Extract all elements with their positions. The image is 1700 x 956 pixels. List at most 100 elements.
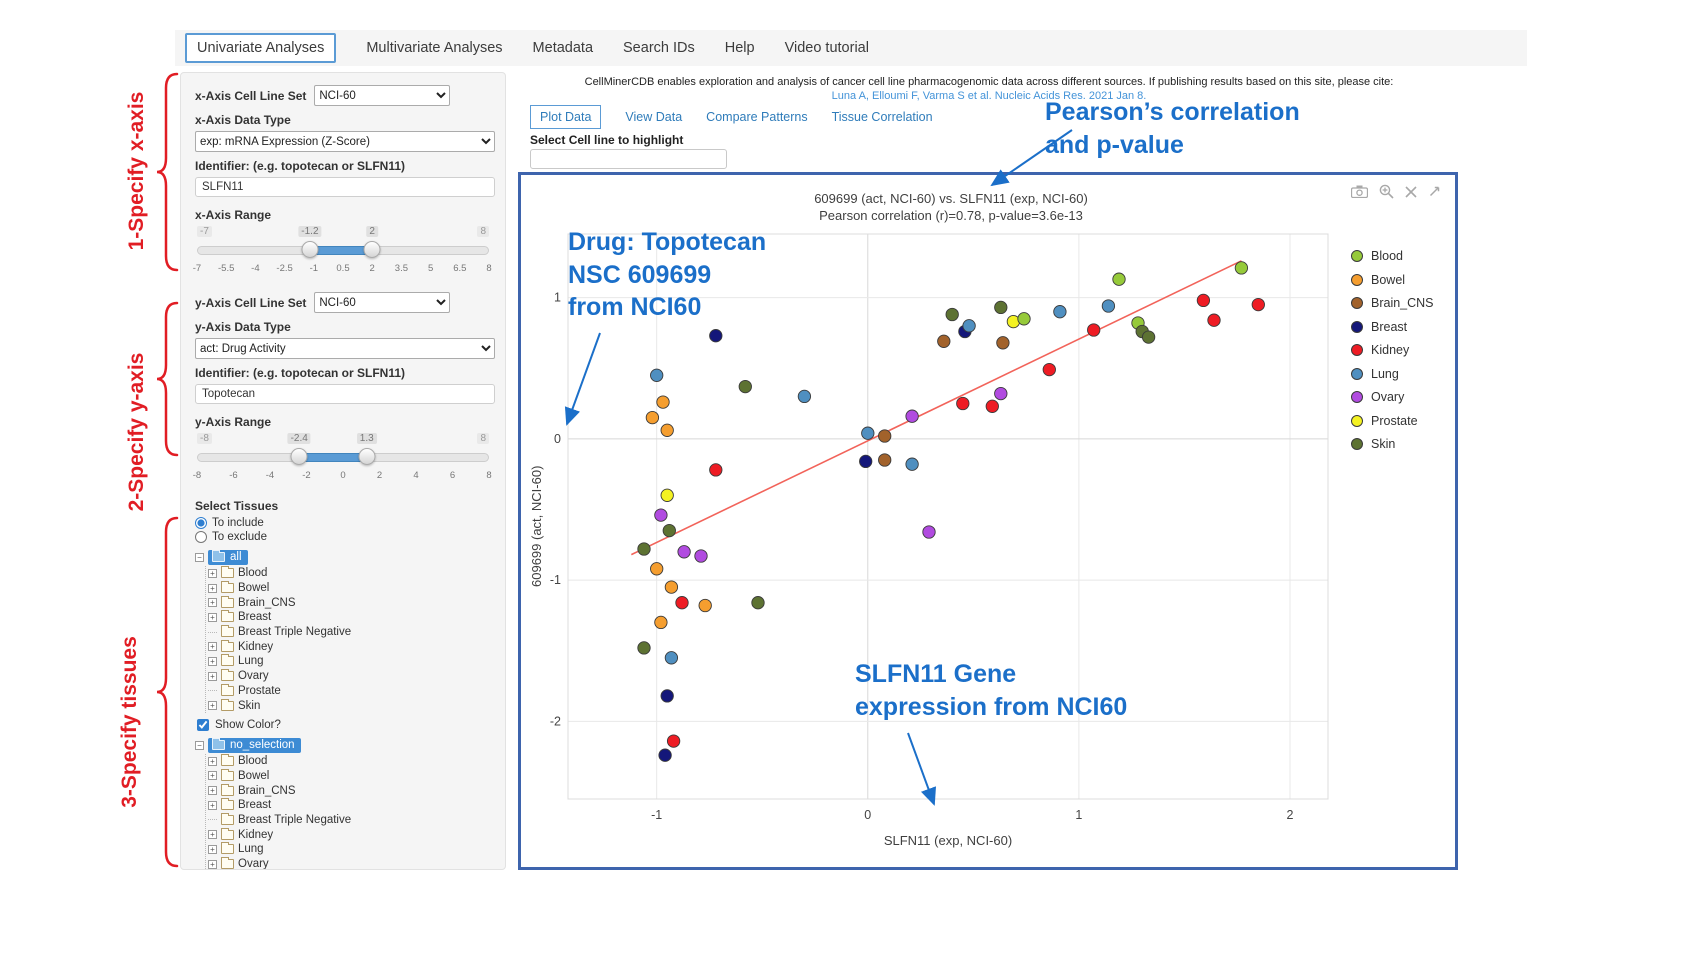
tissue-node-breast[interactable]: +Breast: [206, 798, 493, 813]
legend-item-prostate[interactable]: Prostate: [1351, 414, 1434, 428]
step2-brace: [157, 303, 177, 455]
zoom-in-icon[interactable]: [1379, 184, 1394, 199]
close-icon[interactable]: [1405, 186, 1417, 198]
expand-icon[interactable]: +: [208, 584, 217, 593]
tissue-node-lung[interactable]: +Lung: [206, 654, 493, 669]
expand-icon[interactable]: +: [208, 801, 217, 810]
folder-icon: [221, 771, 234, 781]
x-cell-line-set-select[interactable]: NCI-60: [314, 85, 450, 106]
slider-from-value: -2.4: [288, 433, 311, 444]
y-data-type-select[interactable]: act: Drug Activity: [195, 338, 495, 359]
highlight-cell-line-input[interactable]: [530, 149, 727, 169]
expand-icon[interactable]: +: [208, 569, 217, 578]
nav-item-metadata[interactable]: Metadata: [533, 40, 593, 56]
show-color-checkbox[interactable]: [197, 719, 209, 731]
citation-text: CellMinerCDB enables exploration and ana…: [520, 76, 1458, 88]
collapse-icon[interactable]: −: [195, 741, 204, 750]
include-radio[interactable]: [195, 517, 207, 529]
tissue-node-blood[interactable]: +Blood: [206, 566, 493, 581]
step3-brace: [157, 518, 177, 866]
tissues-exclude-option[interactable]: To exclude: [195, 531, 493, 543]
legend-item-lung[interactable]: Lung: [1351, 367, 1434, 381]
tissue-node-prostate[interactable]: Prostate: [206, 684, 493, 699]
legend-item-bowel[interactable]: Bowel: [1351, 273, 1434, 287]
x-data-type-select[interactable]: exp: mRNA Expression (Z-Score): [195, 131, 495, 152]
slider-handle-to[interactable]: [358, 448, 375, 465]
nav-item-search-ids[interactable]: Search IDs: [623, 40, 695, 56]
expand-icon[interactable]: +: [208, 613, 217, 622]
legend-swatch: [1351, 321, 1363, 333]
nav-item-help[interactable]: Help: [725, 40, 755, 56]
tissue-node-skin[interactable]: +Skin: [206, 698, 493, 713]
tab-compare-patterns[interactable]: Compare Patterns: [706, 106, 807, 128]
folder-icon: [221, 686, 234, 696]
tab-view-data[interactable]: View Data: [625, 106, 682, 128]
svg-text:0: 0: [554, 432, 561, 446]
nav-item-video-tutorial[interactable]: Video tutorial: [785, 40, 869, 56]
collapse-icon[interactable]: −: [195, 553, 204, 562]
legend-swatch: [1351, 250, 1363, 262]
show-color-toggle[interactable]: Show Color?: [197, 719, 493, 731]
tissues-include-option[interactable]: To include: [195, 517, 493, 529]
pan-icon[interactable]: [1428, 185, 1441, 198]
tissue-node-ovary[interactable]: +Ovary: [206, 857, 493, 870]
expand-icon[interactable]: +: [208, 672, 217, 681]
tissue-node-bowel[interactable]: +Bowel: [206, 769, 493, 784]
legend-item-breast[interactable]: Breast: [1351, 320, 1434, 334]
slider-min-label: -7: [197, 226, 212, 237]
tissue-node-breast[interactable]: +Breast: [206, 610, 493, 625]
tab-tissue-correlation[interactable]: Tissue Correlation: [832, 106, 933, 128]
tree-root-row[interactable]: −all: [195, 550, 493, 565]
tissue-node-kidney[interactable]: +Kidney: [206, 639, 493, 654]
expand-icon[interactable]: +: [208, 757, 217, 766]
folder-icon: [221, 671, 234, 681]
x-axis-range-slider[interactable]: -78-1.22-7-5.5-4-2.5-10.523.556.58: [197, 226, 489, 282]
expand-icon[interactable]: +: [208, 657, 217, 666]
legend-item-ovary[interactable]: Ovary: [1351, 390, 1434, 404]
tree-root-row[interactable]: −no_selection: [195, 738, 493, 753]
exclude-radio[interactable]: [195, 531, 207, 543]
expand-icon[interactable]: +: [208, 830, 217, 839]
y-identifier-input[interactable]: [195, 384, 495, 404]
gene-callout: SLFN11 Gene expression from NCI60: [855, 658, 1127, 723]
slider-handle-from[interactable]: [301, 241, 318, 258]
page: Univariate Analyses Multivariate Analyses…: [0, 0, 1700, 956]
y-axis-range-slider[interactable]: -88-2.41.3-8-6-4-202468: [197, 433, 489, 489]
expand-icon[interactable]: +: [208, 786, 217, 795]
legend-item-blood[interactable]: Blood: [1351, 249, 1434, 263]
tab-plot-data[interactable]: Plot Data: [530, 105, 601, 129]
expand-icon[interactable]: +: [208, 598, 217, 607]
tree-root-label[interactable]: no_selection: [208, 738, 301, 753]
citation-link[interactable]: Luna A, Elloumi F, Varma S et al. Nuclei…: [520, 90, 1458, 102]
tissue-node-lung[interactable]: +Lung: [206, 842, 493, 857]
expand-icon[interactable]: +: [208, 701, 217, 710]
expand-icon[interactable]: +: [208, 845, 217, 854]
x-identifier-input[interactable]: [195, 177, 495, 197]
legend-item-brain-cns[interactable]: Brain_CNS: [1351, 296, 1434, 310]
tissue-node-bowel[interactable]: +Bowel: [206, 581, 493, 596]
legend-item-skin[interactable]: Skin: [1351, 437, 1434, 451]
legend-item-kidney[interactable]: Kidney: [1351, 343, 1434, 357]
tissue-node-breast-triple-negative[interactable]: Breast Triple Negative: [206, 625, 493, 640]
tissue-node-breast-triple-negative[interactable]: Breast Triple Negative: [206, 813, 493, 828]
folder-icon: [221, 568, 234, 578]
tissue-node-kidney[interactable]: +Kidney: [206, 827, 493, 842]
expand-icon[interactable]: +: [208, 771, 217, 780]
nav-item-univariate-analyses[interactable]: Univariate Analyses: [185, 33, 336, 63]
y-data-type-label: y-Axis Data Type: [195, 320, 493, 334]
expand-icon[interactable]: +: [208, 642, 217, 651]
slider-handle-to[interactable]: [364, 241, 381, 258]
tissue-node-blood[interactable]: +Blood: [206, 754, 493, 769]
camera-icon[interactable]: [1351, 185, 1368, 198]
nav-item-multivariate-analyses[interactable]: Multivariate Analyses: [366, 40, 502, 56]
y-cell-line-set-select[interactable]: NCI-60: [314, 292, 450, 313]
slider-tick-labels: -8-6-4-202468: [197, 470, 489, 486]
expand-icon[interactable]: +: [208, 860, 217, 869]
tissue-node-brain-cns[interactable]: +Brain_CNS: [206, 783, 493, 798]
slider-selected-range[interactable]: [299, 453, 367, 462]
tree-root-label[interactable]: all: [208, 550, 248, 565]
tissue-node-ovary[interactable]: +Ovary: [206, 669, 493, 684]
tissue-node-brain-cns[interactable]: +Brain_CNS: [206, 595, 493, 610]
legend-swatch: [1351, 438, 1363, 450]
slider-handle-from[interactable]: [291, 448, 308, 465]
